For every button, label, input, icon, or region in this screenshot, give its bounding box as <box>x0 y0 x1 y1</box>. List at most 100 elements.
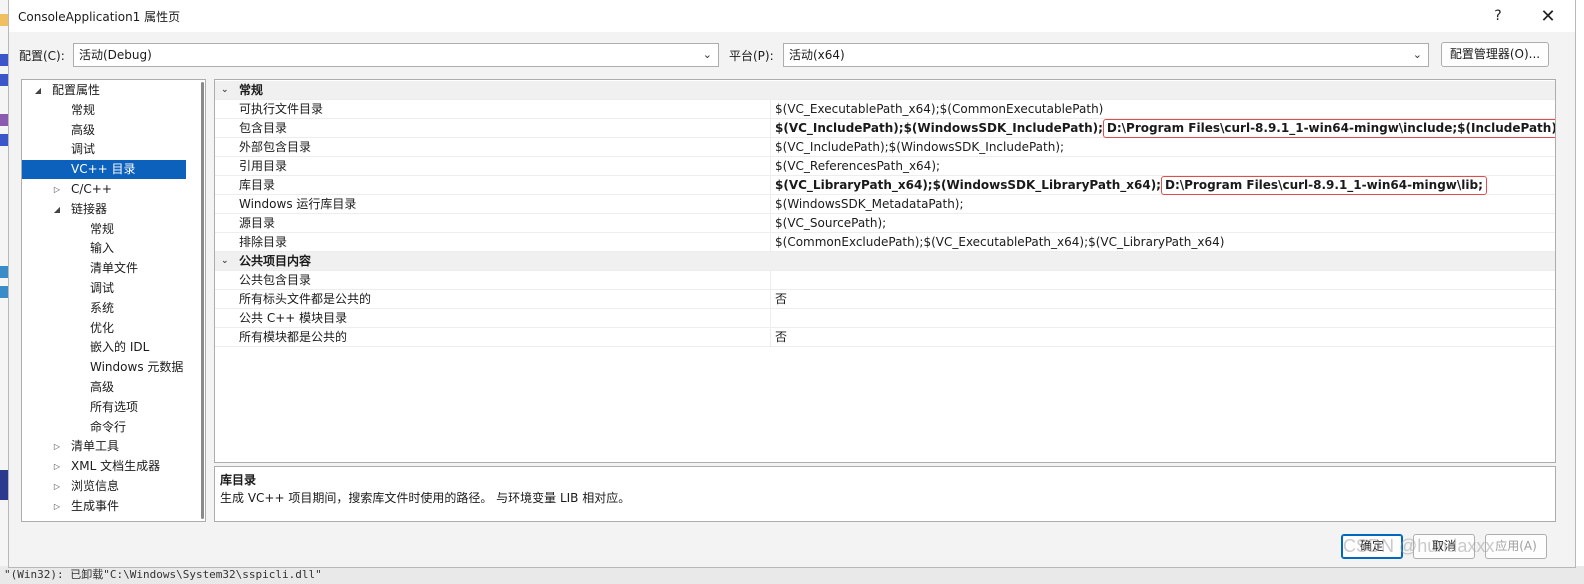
property-value-text: $(VC_SourcePath); <box>775 216 887 230</box>
help-button[interactable]: ? <box>1475 0 1521 32</box>
grid-row[interactable]: 所有标头文件都是公共的 否 <box>215 290 1555 309</box>
description-title: 库目录 <box>220 473 257 487</box>
tree-item-label: 所有选项 <box>90 399 139 414</box>
tree-item-label: 常规 <box>90 221 115 236</box>
tree-item[interactable]: 嵌入的 IDL <box>22 338 186 357</box>
property-value-text: $(WindowsSDK_MetadataPath); <box>775 197 964 211</box>
tree-item[interactable]: ▷ 生成事件 <box>22 497 186 516</box>
editor-marker <box>0 286 8 298</box>
property-value[interactable]: 否 <box>775 290 787 309</box>
property-name: Windows 运行库目录 <box>239 197 357 211</box>
property-value[interactable]: $(CommonExcludePath);$(VC_ExecutablePath… <box>775 233 1224 252</box>
chevron-down-icon: ⌄ <box>702 48 712 61</box>
property-grid[interactable]: ⌄ 常规可执行文件目录 $(VC_ExecutablePath_x64);$(Com… <box>214 79 1556 463</box>
property-name: 引用目录 <box>239 159 288 173</box>
chevron-down-icon[interactable]: ⌄ <box>221 252 229 271</box>
property-name: 外部包含目录 <box>239 140 312 154</box>
tree-item-label: 系统 <box>90 300 115 315</box>
chevron-down-icon[interactable]: ⌄ <box>221 81 229 100</box>
tree-item-label: 高级 <box>90 380 115 394</box>
column-divider <box>770 309 771 328</box>
grid-row[interactable]: 源目录 $(VC_SourcePath); <box>215 214 1555 233</box>
collapsed-arrow-icon[interactable]: ▷ <box>52 437 62 456</box>
configuration-select[interactable]: 活动(Debug) ⌄ <box>73 43 719 67</box>
column-divider <box>770 290 771 309</box>
property-name: 所有模块都是公共的 <box>239 330 348 344</box>
description-panel: 库目录 生成 VC++ 项目期间，搜索库文件时使用的路径。 与环境变量 LIB … <box>214 466 1556 522</box>
property-value[interactable]: $(VC_ExecutablePath_x64);$(CommonExecuta… <box>775 100 1103 119</box>
grid-row[interactable]: 库目录 $(VC_LibraryPath_x64);$(WindowsSDK_Li… <box>215 176 1555 195</box>
property-value-text: $(VC_LibraryPath_x64);$(WindowsSDK_Libra… <box>775 178 1161 192</box>
editor-marker <box>0 134 8 146</box>
grid-row[interactable]: 可执行文件目录 $(VC_ExecutablePath_x64);$(Common… <box>215 100 1555 119</box>
tree-item[interactable]: 调试 <box>22 279 186 298</box>
column-divider <box>770 271 771 290</box>
grid-row[interactable]: 公共 C++ 模块目录 <box>215 309 1555 328</box>
tree-item[interactable]: 命令行 <box>22 418 186 437</box>
tree-item-label: 生成事件 <box>71 498 120 513</box>
collapsed-arrow-icon[interactable]: ▷ <box>52 457 62 476</box>
grid-category-label: 公共项目内容 <box>239 254 312 268</box>
property-value[interactable]: $(VC_IncludePath);$(WindowsSDK_IncludePa… <box>775 138 1064 157</box>
tree-item[interactable]: 输入 <box>22 239 186 258</box>
property-value[interactable]: $(VC_ReferencesPath_x64); <box>775 157 940 176</box>
tree-item[interactable]: ▷ C/C++ <box>22 180 186 199</box>
tree-item-label: 链接器 <box>71 201 108 216</box>
tree-item[interactable]: ◢ 配置属性 <box>22 81 186 100</box>
tree-item-label: VC++ 目录 <box>71 162 136 177</box>
collapsed-arrow-icon[interactable]: ▷ <box>52 497 62 516</box>
property-name: 包含目录 <box>239 121 288 135</box>
tree-item[interactable]: 高级 <box>22 378 186 397</box>
grid-row[interactable]: 排除目录 $(CommonExcludePath);$(VC_Executable… <box>215 233 1555 252</box>
tree-item-label: 浏览信息 <box>71 479 120 493</box>
collapsed-arrow-icon[interactable]: ▷ <box>52 477 62 496</box>
grid-row[interactable]: 所有模块都是公共的 否 <box>215 328 1555 347</box>
expanded-arrow-icon[interactable]: ◢ <box>52 200 62 219</box>
tree-item[interactable]: 清单文件 <box>22 259 186 278</box>
property-value[interactable]: $(WindowsSDK_MetadataPath); <box>775 195 964 214</box>
grid-category[interactable]: ⌄ 公共项目内容 <box>215 252 1555 271</box>
tree-item[interactable]: ▷ 清单工具 <box>22 437 186 456</box>
tree-item[interactable]: 系统 <box>22 299 186 318</box>
grid-category-label: 常规 <box>239 83 264 97</box>
property-value-text: 否 <box>775 292 788 306</box>
tree-item[interactable]: ▷ 浏览信息 <box>22 477 186 496</box>
tree-item-label: 配置属性 <box>52 83 101 97</box>
grid-category[interactable]: ⌄ 常规 <box>215 81 1555 100</box>
tree-item[interactable]: 优化 <box>22 319 186 338</box>
tree-item[interactable]: ▷ XML 文档生成器 <box>22 457 186 476</box>
configuration-manager-button[interactable]: 配置管理器(O)... <box>1441 42 1549 67</box>
property-value[interactable]: $(VC_SourcePath); <box>775 214 886 233</box>
tree-item[interactable]: ◢ 链接器 <box>22 200 186 219</box>
grid-row[interactable]: 包含目录 $(VC_IncludePath);$(WindowsSDK_Inclu… <box>215 119 1555 138</box>
tree-item[interactable]: Windows 元数据 <box>22 358 186 377</box>
editor-marker <box>0 114 8 126</box>
grid-row[interactable]: Windows 运行库目录 $(WindowsSDK_MetadataPath); <box>215 195 1555 214</box>
tree-item[interactable]: 高级 <box>22 121 186 140</box>
tree-scrollbar[interactable] <box>201 82 204 519</box>
grid-row[interactable]: 公共包含目录 <box>215 271 1555 290</box>
property-value[interactable]: $(VC_LibraryPath_x64);$(WindowsSDK_Libra… <box>775 176 1487 195</box>
tree-item-label: 命令行 <box>90 419 127 434</box>
tree-item-label: 清单文件 <box>90 261 139 276</box>
property-tree[interactable]: ◢ 配置属性 常规 高级 调试 VC++ 目录 ▷ C/C++ ◢ 链接器 常规 输入 清单文件 调试 系统… <box>21 79 206 522</box>
highlighted-path: D:\Program Files\curl-8.9.1_1-win64-ming… <box>1160 176 1487 195</box>
tree-item[interactable]: 常规 <box>22 101 186 120</box>
tree-item[interactable]: VC++ 目录 <box>22 160 186 180</box>
property-value[interactable]: 否 <box>775 328 787 347</box>
property-value[interactable]: $(VC_IncludePath);$(WindowsSDK_IncludePa… <box>775 119 1555 138</box>
tree-item[interactable]: 常规 <box>22 220 186 239</box>
collapsed-arrow-icon[interactable]: ▷ <box>52 180 62 199</box>
close-button[interactable]: ✕ <box>1525 0 1571 32</box>
window-title: ConsoleApplication1 属性页 <box>18 10 181 24</box>
tree-item[interactable]: 调试 <box>22 140 186 159</box>
expanded-arrow-icon[interactable]: ◢ <box>33 81 43 100</box>
platform-select[interactable]: 活动(x64) ⌄ <box>783 43 1429 67</box>
tree-item[interactable]: 所有选项 <box>22 398 186 417</box>
grid-row[interactable]: 外部包含目录 $(VC_IncludePath);$(WindowsSDK_Inc… <box>215 138 1555 157</box>
property-name: 所有标头文件都是公共的 <box>239 292 372 306</box>
grid-row[interactable]: 引用目录 $(VC_ReferencesPath_x64); <box>215 157 1555 176</box>
column-divider <box>770 328 771 347</box>
property-name: 排除目录 <box>239 235 288 249</box>
tree-item-label: 调试 <box>90 281 115 295</box>
